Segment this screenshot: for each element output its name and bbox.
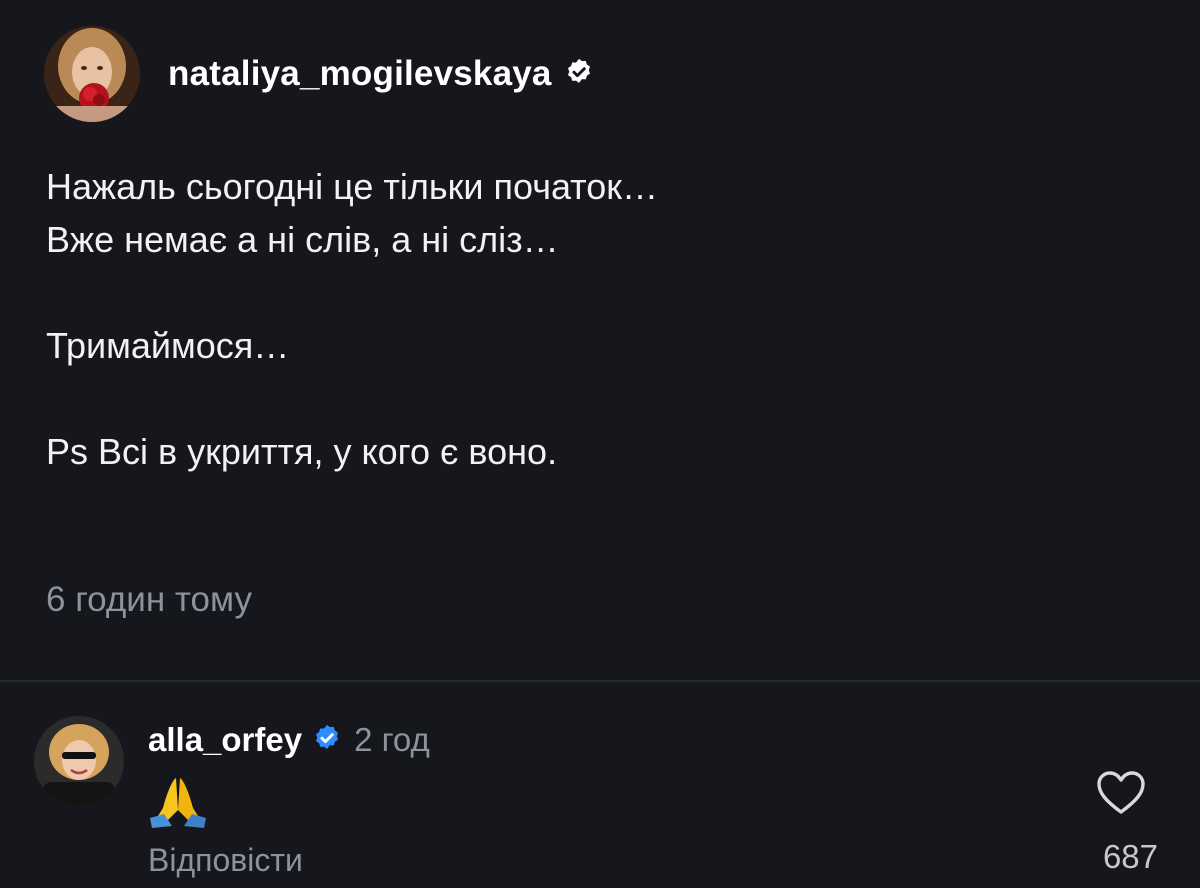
caption-line: Ps Всі в укриття, у кого є воно.: [46, 431, 558, 472]
avatar-image: [34, 716, 124, 806]
post-timestamp: 6 годин тому: [46, 580, 252, 619]
caption-line: Тримаймося…: [46, 325, 290, 366]
caption-line: Нажаль сьогодні це тільки початок…: [46, 166, 659, 207]
post-caption: Нажаль сьогодні це тільки початок… Вже н…: [46, 160, 1146, 478]
comment-time: 2 год: [354, 721, 430, 758]
caption-line: Вже немає а ні слів, а ні сліз…: [46, 219, 559, 260]
post-author-username[interactable]: nataliya_mogilevskaya: [168, 54, 552, 94]
commenter-avatar[interactable]: [34, 716, 124, 806]
post-header: nataliya_mogilevskaya: [44, 26, 594, 122]
reply-button[interactable]: Відповісти: [148, 842, 303, 879]
verified-badge-icon: [564, 57, 594, 92]
like-count: 687: [1102, 838, 1158, 875]
divider: [0, 680, 1200, 682]
commenter-username[interactable]: alla_orfey: [148, 721, 302, 759]
avatar-image: [44, 26, 140, 122]
folded-hands-emoji: [146, 774, 210, 828]
post-author-avatar[interactable]: [44, 26, 140, 122]
comment-header: alla_orfey 2 год: [148, 718, 430, 762]
verified-badge-icon: [312, 723, 342, 758]
heart-outline-icon[interactable]: [1096, 770, 1146, 816]
